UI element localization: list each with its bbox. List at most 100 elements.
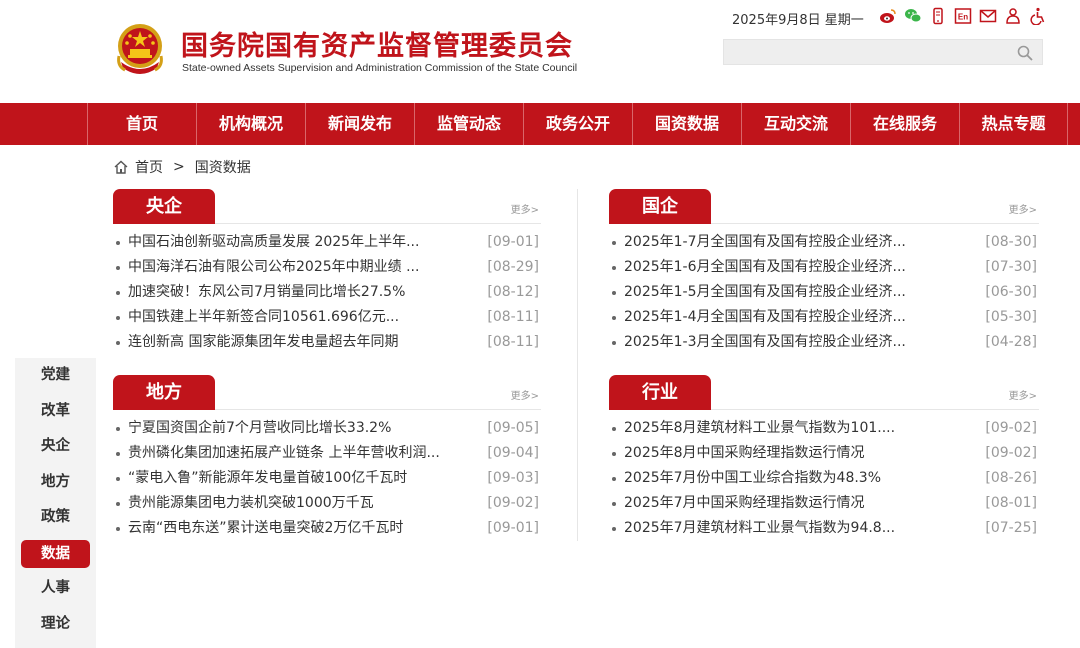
news-item[interactable]: 宁夏国资国企前7个月营收同比增长33.2% [09-05] — [113, 416, 541, 441]
news-date: [06-30] — [985, 284, 1037, 300]
breadcrumb-home-link[interactable]: 首页 — [135, 157, 163, 177]
news-title[interactable]: 中国海洋石油有限公司公布2025年中期业绩 ... — [128, 255, 468, 280]
section-tab-state[interactable]: 国企 — [609, 189, 711, 224]
section-tab-central[interactable]: 央企 — [113, 189, 215, 224]
news-date: [08-26] — [985, 470, 1037, 486]
search-icon[interactable] — [1016, 44, 1034, 62]
section-header: 行业 更多> — [609, 375, 1039, 410]
more-link[interactable]: 更多> — [511, 387, 539, 402]
english-icon[interactable]: En — [954, 7, 972, 25]
news-item[interactable]: 2025年7月份中国工业综合指数为48.3% [08-26] — [609, 466, 1039, 491]
news-title[interactable]: 2025年8月建筑材料工业景气指数为101.... — [624, 416, 964, 441]
news-title[interactable]: “蒙电入鲁”新能源年发电量首破100亿千瓦时 — [128, 466, 468, 491]
side-item-local[interactable]: 地方 — [15, 465, 96, 501]
news-item[interactable]: 2025年8月中国采购经理指数运行情况 [09-02] — [609, 441, 1039, 466]
news-title[interactable]: 2025年7月中国采购经理指数运行情况 — [624, 491, 964, 516]
accessibility-tools-icon[interactable] — [1004, 7, 1022, 25]
news-title[interactable]: 贵州磷化集团加速拓展产业链条 上半年营收利润... — [128, 441, 468, 466]
nav-item-online-service[interactable]: 在线服务 — [850, 103, 959, 145]
news-item[interactable]: 贵州能源集团电力装机突破1000万千瓦 [09-02] — [113, 491, 541, 516]
news-item[interactable]: 云南“西电东送”累计送电量突破2万亿千瓦时 [09-01] — [113, 516, 541, 541]
news-item[interactable]: 2025年1-7月全国国有及国有控股企业经济... [08-30] — [609, 230, 1039, 255]
breadcrumb-current[interactable]: 国资数据 — [195, 157, 251, 177]
side-item-reform[interactable]: 改革 — [15, 394, 96, 430]
news-item[interactable]: 2025年8月建筑材料工业景气指数为101.... [09-02] — [609, 416, 1039, 441]
news-item[interactable]: 2025年1-5月全国国有及国有控股企业经济... [06-30] — [609, 280, 1039, 305]
news-item[interactable]: 中国铁建上半年新签合同10561.696亿元... [08-11] — [113, 305, 541, 330]
section-tab-local[interactable]: 地方 — [113, 375, 215, 410]
news-title[interactable]: 2025年1-5月全国国有及国有控股企业经济... — [624, 280, 964, 305]
news-item[interactable]: 加速突破！东风公司7月销量同比增长27.5% [08-12] — [113, 280, 541, 305]
news-date: [09-01] — [487, 520, 539, 536]
more-link[interactable]: 更多> — [511, 201, 539, 216]
news-list: 2025年1-7月全国国有及国有控股企业经济... [08-30] 2025年1-… — [609, 230, 1039, 355]
side-item-data[interactable]: 数据 — [21, 539, 90, 568]
news-date: [07-30] — [985, 259, 1037, 275]
news-title[interactable]: 贵州能源集团电力装机突破1000万千瓦 — [128, 491, 468, 516]
news-date: [08-01] — [985, 495, 1037, 511]
news-title[interactable]: 2025年1-3月全国国有及国有控股企业经济... — [624, 330, 964, 355]
search-input[interactable] — [723, 39, 1043, 65]
news-item[interactable]: 中国石油创新驱动高质量发展 2025年上半年... [09-01] — [113, 230, 541, 255]
nav-item-supervision[interactable]: 监管动态 — [414, 103, 523, 145]
news-item[interactable]: 2025年1-4月全国国有及国有控股企业经济... [05-30] — [609, 305, 1039, 330]
side-item-personnel[interactable]: 人事 — [15, 571, 96, 607]
section-header: 国企 更多> — [609, 189, 1039, 224]
news-title[interactable]: 2025年7月份中国工业综合指数为48.3% — [624, 466, 964, 491]
news-title[interactable]: 2025年8月中国采购经理指数运行情况 — [624, 441, 964, 466]
nav-item-news-release[interactable]: 新闻发布 — [305, 103, 414, 145]
column-divider — [577, 189, 578, 541]
news-item[interactable]: “蒙电入鲁”新能源年发电量首破100亿千瓦时 [09-03] — [113, 466, 541, 491]
news-date: [09-01] — [487, 234, 539, 250]
news-title[interactable]: 中国石油创新驱动高质量发展 2025年上半年... — [128, 230, 468, 255]
news-title[interactable]: 2025年7月建筑材料工业景气指数为94.8... — [624, 516, 964, 541]
nav-item-hot-topics[interactable]: 热点专题 — [959, 103, 1068, 145]
news-item[interactable]: 2025年1-6月全国国有及国有控股企业经济... [07-30] — [609, 255, 1039, 280]
nav-item-government-affairs[interactable]: 政务公开 — [523, 103, 632, 145]
news-date: [09-05] — [487, 420, 539, 436]
breadcrumb-separator: > — [173, 159, 185, 175]
news-title[interactable]: 连创新高 国家能源集团年发电量超去年同期 — [128, 330, 468, 355]
news-date: [08-11] — [487, 309, 539, 325]
news-title[interactable]: 宁夏国资国企前7个月营收同比增长33.2% — [128, 416, 468, 441]
news-date: [09-02] — [985, 420, 1037, 436]
news-list: 中国石油创新驱动高质量发展 2025年上半年... [09-01] 中国海洋石油有… — [113, 230, 541, 355]
news-title[interactable]: 加速突破！东风公司7月销量同比增长27.5% — [128, 280, 468, 305]
side-item-party-building[interactable]: 党建 — [15, 358, 96, 394]
mobile-icon[interactable] — [929, 7, 947, 25]
side-item-policy[interactable]: 政策 — [15, 500, 96, 536]
section-state-enterprises: 国企 更多> 2025年1-7月全国国有及国有控股企业经济... [08-30] … — [609, 189, 1039, 355]
home-icon — [114, 160, 128, 174]
news-title[interactable]: 中国铁建上半年新签合同10561.696亿元... — [128, 305, 468, 330]
news-item[interactable]: 2025年1-3月全国国有及国有控股企业经济... [04-28] — [609, 330, 1039, 355]
site-title[interactable]: 国务院国有资产监督管理委员会 — [181, 24, 573, 63]
weibo-icon[interactable] — [879, 7, 897, 25]
news-date: [07-25] — [985, 520, 1037, 536]
news-item[interactable]: 2025年7月中国采购经理指数运行情况 [08-01] — [609, 491, 1039, 516]
news-item[interactable]: 中国海洋石油有限公司公布2025年中期业绩 ... [08-29] — [113, 255, 541, 280]
news-item[interactable]: 贵州磷化集团加速拓展产业链条 上半年营收利润... [09-04] — [113, 441, 541, 466]
nav-item-interaction[interactable]: 互动交流 — [741, 103, 850, 145]
side-item-central[interactable]: 央企 — [15, 429, 96, 465]
news-item[interactable]: 2025年7月建筑材料工业景气指数为94.8... [07-25] — [609, 516, 1039, 541]
mail-icon[interactable] — [979, 7, 997, 25]
news-title[interactable]: 2025年1-6月全国国有及国有控股企业经济... — [624, 255, 964, 280]
wechat-icon[interactable] — [904, 7, 922, 25]
news-date: [08-30] — [985, 234, 1037, 250]
news-date: [04-28] — [985, 334, 1037, 350]
news-date: [09-02] — [487, 495, 539, 511]
news-title[interactable]: 2025年1-4月全国国有及国有控股企业经济... — [624, 305, 964, 330]
more-link[interactable]: 更多> — [1009, 387, 1037, 402]
nav-item-data[interactable]: 国资数据 — [632, 103, 741, 145]
nav-item-organization[interactable]: 机构概况 — [196, 103, 305, 145]
news-date: [08-11] — [487, 334, 539, 350]
more-link[interactable]: 更多> — [1009, 201, 1037, 216]
side-item-theory[interactable]: 理论 — [15, 607, 96, 643]
nav-item-home[interactable]: 首页 — [87, 103, 196, 145]
news-title[interactable]: 2025年1-7月全国国有及国有控股企业经济... — [624, 230, 964, 255]
wheelchair-icon[interactable] — [1029, 7, 1047, 25]
news-item[interactable]: 连创新高 国家能源集团年发电量超去年同期 [08-11] — [113, 330, 541, 355]
section-tab-industry[interactable]: 行业 — [609, 375, 711, 410]
news-title[interactable]: 云南“西电东送”累计送电量突破2万亿千瓦时 — [128, 516, 468, 541]
national-emblem-logo[interactable] — [113, 22, 167, 78]
